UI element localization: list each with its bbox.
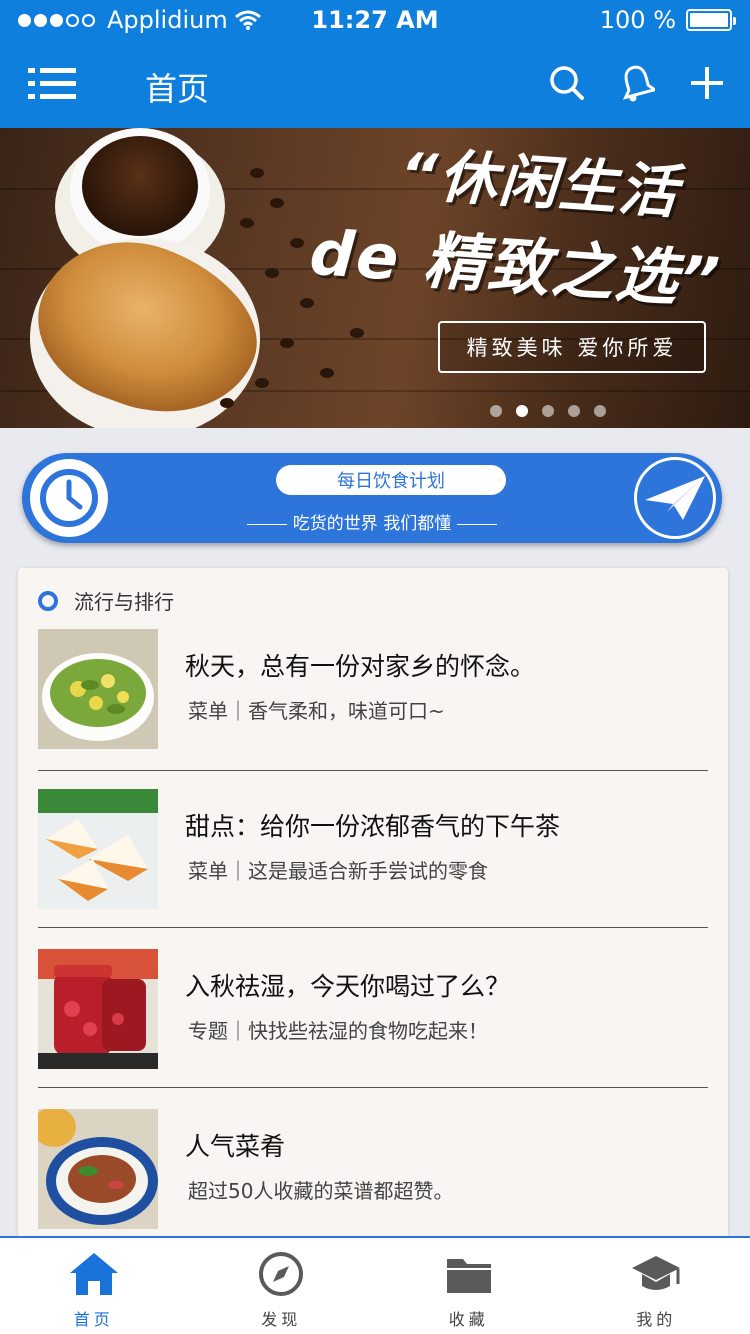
wifi-icon: [234, 10, 261, 30]
daily-diet-plan-button[interactable]: 每日饮食计划 吃货的世界 我们都懂: [22, 453, 722, 543]
coffee-bean: [290, 238, 304, 248]
item-desc: 超过50人收藏的菜谱都超赞。: [188, 1179, 454, 1203]
list-item[interactable]: 秋天，总有一份对家乡的怀念。 菜单｜香气柔和，味道可口~: [38, 629, 708, 789]
tab-discover[interactable]: 发现: [188, 1238, 376, 1334]
tab-favorites[interactable]: 收藏: [375, 1238, 563, 1334]
signal-dot: [34, 13, 47, 27]
list-item[interactable]: 人气菜肴 超过50人收藏的菜谱都超赞。: [38, 1109, 708, 1238]
battery-icon: [686, 9, 736, 31]
coffee-bean: [255, 378, 269, 388]
pager-dot[interactable]: [542, 405, 554, 417]
status-right: 100 %: [599, 6, 736, 34]
paper-plane-icon: [634, 457, 716, 539]
section-ring-icon: [38, 590, 58, 611]
coffee-bean: [350, 328, 364, 338]
tab-label: 首页: [73, 1310, 114, 1329]
list-item[interactable]: 甜点：给你一份浓郁香气的下午茶 菜单｜这是最适合新手尝试的零食: [38, 789, 708, 949]
coffee-bean: [280, 338, 294, 348]
compass-icon: [255, 1250, 307, 1298]
signal-dot: [50, 13, 63, 27]
item-desc: 菜单｜香气柔和，味道可口~: [188, 699, 445, 723]
home-icon: [68, 1250, 120, 1298]
plus-icon: [691, 67, 723, 99]
item-desc: 菜单｜这是最适合新手尝试的零食: [188, 859, 488, 883]
list-item[interactable]: 入秋祛湿，今天你喝过了么？ 专题｜快找些祛湿的食物吃起来！: [38, 949, 708, 1109]
thumbnail-image: [38, 1109, 158, 1229]
item-desc: 专题｜快找些祛湿的食物吃起来！: [188, 1019, 488, 1043]
status-bar: Applidium 11:27 AM 100 %: [0, 0, 750, 40]
plan-label: 每日饮食计划: [276, 465, 506, 495]
divider: [38, 927, 708, 928]
notifications-button[interactable]: [616, 62, 658, 104]
banner-tagline: 精致美味 爱你所爱: [438, 321, 706, 373]
search-icon: [550, 66, 584, 100]
tab-label: 发现: [261, 1310, 302, 1329]
item-title: 甜点：给你一份浓郁香气的下午茶: [185, 812, 561, 841]
carrier-name: Applidium: [107, 6, 228, 34]
pager-dot-active[interactable]: [516, 405, 528, 417]
coffee-bean: [220, 398, 234, 408]
bell-icon: [622, 65, 655, 102]
item-title: 入秋祛湿，今天你喝过了么？: [185, 972, 511, 1001]
folder-icon: [443, 1250, 495, 1298]
coffee-bean: [265, 268, 279, 278]
coffee-bean: [320, 368, 334, 378]
signal-dot: [66, 13, 79, 27]
search-button[interactable]: [546, 62, 588, 104]
menu-icon[interactable]: [28, 68, 76, 100]
tab-bar: 首页 发现 收藏 我的: [0, 1236, 750, 1334]
thumbnail-image: [38, 789, 158, 909]
plan-subtitle: 吃货的世界 我们都懂: [22, 509, 722, 534]
coffee-bean: [240, 218, 254, 228]
status-left: Applidium: [18, 6, 262, 34]
coffee-bean: [250, 168, 264, 178]
tab-profile[interactable]: 我的: [563, 1238, 750, 1334]
carousel-pager: [490, 405, 606, 417]
battery-level: [690, 13, 728, 27]
pager-dot[interactable]: [568, 405, 580, 417]
thumbnail-image: [38, 629, 158, 749]
tab-label: 收藏: [448, 1310, 489, 1329]
trending-card: 流行与排行 秋天，总有一份对家乡的怀念。 菜单｜香气柔和，味道可口~ 甜点：给你…: [18, 568, 728, 1238]
item-title: 秋天，总有一份对家乡的怀念。: [185, 652, 536, 681]
section-title: 流行与排行: [74, 590, 174, 614]
pager-dot[interactable]: [490, 405, 502, 417]
item-title: 人气菜肴: [185, 1132, 286, 1161]
nav-bar: 首页: [0, 40, 750, 128]
signal-dot: [82, 13, 95, 27]
section-header: 流行与排行: [38, 586, 174, 615]
coffee-bean: [270, 198, 284, 208]
signal-strength-icon: [18, 13, 95, 27]
graduation-cap-icon: [630, 1250, 682, 1298]
page-title: 首页: [145, 70, 210, 108]
add-button[interactable]: [686, 62, 728, 104]
pager-dot[interactable]: [594, 405, 606, 417]
battery-percent: 100 %: [599, 6, 676, 34]
signal-dot: [18, 13, 31, 27]
nav-actions: [546, 62, 728, 104]
thumbnail-image: [38, 949, 158, 1069]
tab-home[interactable]: 首页: [0, 1238, 188, 1334]
tab-label: 我的: [636, 1310, 677, 1329]
coffee-image: [82, 136, 198, 236]
coffee-bean: [300, 298, 314, 308]
divider: [38, 770, 708, 771]
banner-carousel[interactable]: “休闲生活 de 精致之选” 精致美味 爱你所爱: [0, 128, 750, 428]
divider: [38, 1087, 708, 1088]
